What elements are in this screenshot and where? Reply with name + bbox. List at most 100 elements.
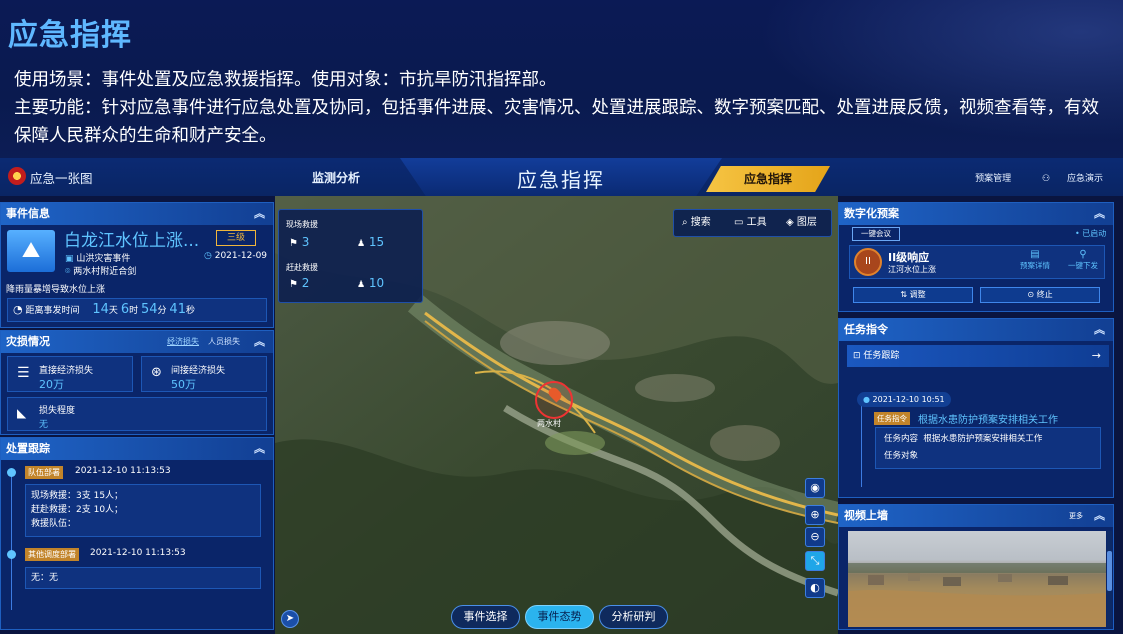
event-type: ▣ 山洪灾害事件 — [65, 254, 131, 264]
satellite-map[interactable]: 两水村 现场救援 ⚑ 3 ♟ 15 赶赴救援 ⚑ 2 ♟ 10 ⌕ 搜索 ▭ 工… — [275, 193, 838, 634]
tracking-detail-2: 无：无 — [25, 567, 261, 589]
people-icon: ♟ — [357, 280, 366, 290]
tracking-line: 赶赴救援：2支 10人； — [31, 505, 124, 515]
plan-status: • 已启动 — [1075, 229, 1107, 238]
incident-marker[interactable] — [535, 381, 573, 419]
flood-icon: ⛰ — [7, 230, 55, 272]
task-detail: 任务内容 根据水患防护预案安排相关工作 任务对象 — [875, 427, 1101, 469]
timeline-line — [11, 470, 12, 610]
tracking-time-1: 2021-12-10 11:13:53 — [75, 466, 171, 476]
event-title: 白龙江水位上涨... — [64, 231, 200, 251]
money-icon: ⊛ — [151, 365, 162, 380]
tracking-detail-1: 现场救援：3支 15人； 赶赴救援：2支 10人； 救援队伍： — [25, 484, 261, 537]
meeting-button[interactable]: 一键会议 — [852, 227, 900, 241]
slide-description: 使用场景：事件处置及应急救援指挥。使用对象：市抗旱防汛指挥部。 主要功能：针对应… — [14, 66, 1104, 150]
globe-button[interactable]: ◐ — [805, 578, 825, 598]
nav-monitoring[interactable]: 监测分析 — [312, 169, 360, 186]
coins-icon: ☰ — [17, 365, 30, 381]
list-icon: ⊡ — [853, 351, 861, 361]
enroute-people-row: ♟ 10 — [357, 276, 384, 290]
tab-economic[interactable]: 经济损失 — [167, 331, 199, 353]
task-title[interactable]: 根据水患防护预案安排相关工作 — [918, 411, 1058, 426]
target-icon: ◉ — [810, 481, 820, 494]
video-panel: 视频上墙 更多 ︽ — [838, 504, 1114, 630]
top-bar: 应急一张图 监测分析 应急指挥 应急指挥 预案管理 ⚇ 应急演示 — [0, 158, 1123, 196]
zoom-in-button[interactable]: ⊕ — [805, 505, 825, 525]
app-name: 应急一张图 — [30, 171, 93, 186]
task-tag: 任务指令 — [874, 412, 910, 425]
locate-button[interactable]: ◉ — [805, 478, 825, 498]
slide-desc-line2: 主要功能：针对应急事件进行应急处置及协同，包括事件进展、灾害情况、处置进展跟踪、… — [14, 98, 1099, 146]
enroute-label: 赶赴救援 — [286, 263, 318, 272]
globe-icon: ◐ — [810, 581, 820, 594]
indirect-loss-card: ⊛ 间接经济损失 50万 — [141, 356, 267, 392]
people-icon: ♟ — [357, 239, 366, 249]
dot-icon: ● — [863, 395, 870, 404]
adjust-button[interactable]: ⇅ 调整 — [853, 287, 973, 303]
enroute-teams: 2 — [301, 276, 310, 290]
user-menu[interactable]: ⚇ 应急演示 — [1028, 174, 1103, 184]
task-header: 任务指令 ︽ — [839, 319, 1113, 341]
top-right-links: 预案管理 ⚇ 应急演示 — [961, 171, 1103, 184]
tracking-tag-2: 其他调度部署 — [25, 548, 79, 561]
zoom-in-icon: ⊕ — [810, 508, 820, 521]
task-content-row: 任务内容 根据水患防护预案安排相关工作 — [884, 434, 1043, 444]
collapse-icon[interactable]: ︽ — [1094, 203, 1105, 225]
onsite-people-row: ♟ 15 — [357, 235, 384, 249]
tracking-line: 现场救援：3支 15人； — [31, 491, 124, 501]
flood-video[interactable] — [848, 531, 1106, 627]
tracking-line: 无：无 — [31, 573, 59, 583]
dispatch-icon: ⚲ — [1079, 249, 1087, 260]
chart-icon: ◣ — [17, 406, 27, 420]
collapse-icon[interactable]: ︽ — [254, 331, 265, 353]
collapse-icon[interactable]: ︽ — [254, 203, 265, 225]
doc-icon: ▤ — [1030, 249, 1040, 260]
slide-title: 应急指挥 — [8, 18, 132, 53]
collapse-icon[interactable]: ︽ — [254, 438, 265, 460]
onsite-label: 现场救援 — [286, 220, 318, 229]
plan-detail-button[interactable]: ▤ 预案详情 — [1020, 249, 1050, 271]
zoom-out-button[interactable]: ⊖ — [805, 527, 825, 547]
onsite-people: 15 — [368, 235, 385, 249]
pin-icon — [546, 385, 564, 403]
stop-icon: ⊙ — [1027, 290, 1035, 299]
video-scrollbar[interactable] — [1107, 531, 1112, 627]
stop-button[interactable]: ⊙ 终止 — [980, 287, 1100, 303]
enroute-teams-row: ⚑ 2 — [289, 276, 309, 290]
fullscreen-button[interactable]: ⤡ — [805, 551, 825, 571]
hours-value: 6 — [120, 302, 130, 317]
nav-emergency[interactable]: 应急指挥 — [706, 166, 830, 192]
seconds-value: 41 — [169, 302, 186, 317]
compass-button[interactable]: ➤ — [281, 610, 299, 628]
arrow-right-icon: → — [1091, 349, 1101, 362]
expand-icon: ⤡ — [810, 554, 820, 567]
loss-panel: 灾损情况 经济损失 人员损失 ︽ ☰ 直接经济损失 20万 ⊛ 间接经济损失 5… — [0, 330, 274, 435]
task-target-row: 任务对象 — [884, 451, 919, 461]
plan-management-link[interactable]: 预案管理 — [975, 174, 1011, 184]
direct-loss-value: 20万 — [39, 378, 64, 391]
collapse-icon[interactable]: ︽ — [1094, 505, 1105, 527]
search-button[interactable]: ⌕ 搜索 — [682, 210, 711, 236]
type-icon: ▣ — [65, 254, 74, 264]
event-status-button[interactable]: 事件态势 — [525, 605, 594, 629]
dispatch-button[interactable]: ⚲ 一键下发 — [1068, 249, 1098, 271]
toolbox-icon: ▭ — [734, 217, 744, 228]
collapse-icon[interactable]: ︽ — [1094, 319, 1105, 341]
indirect-loss-label: 间接经济损失 — [171, 366, 226, 376]
more-link[interactable]: 更多 — [1069, 505, 1083, 527]
task-panel: 任务指令 ︽ ⊡ 任务跟踪 → ● 2021-12-10 10:51 任务指令 根… — [838, 318, 1114, 498]
tools-button[interactable]: ▭ 工具 — [734, 210, 767, 236]
layers-button[interactable]: ◈ 图层 — [786, 210, 817, 236]
event-select-button[interactable]: 事件选择 — [451, 605, 520, 629]
elapsed-timer: ◔ 距离事发时间 14天 6时 54分 41秒 — [7, 298, 267, 322]
analysis-button[interactable]: 分析研判 — [599, 605, 668, 629]
tracking-time-2: 2021-12-10 11:13:53 — [90, 548, 186, 558]
task-timeline-line — [861, 397, 862, 487]
plan-card: II II级响应 江河水位上涨 ▤ 预案详情 ⚲ 一键下发 — [849, 245, 1105, 279]
task-tab[interactable]: ⊡ 任务跟踪 → — [847, 345, 1109, 367]
plan-level-title: II级响应 — [888, 251, 930, 264]
tab-people[interactable]: 人员损失 — [208, 331, 240, 353]
location-icon: ⌾ — [65, 267, 71, 277]
minutes-value: 54 — [140, 302, 158, 317]
plan-level-sub: 江河水位上涨 — [888, 265, 936, 274]
